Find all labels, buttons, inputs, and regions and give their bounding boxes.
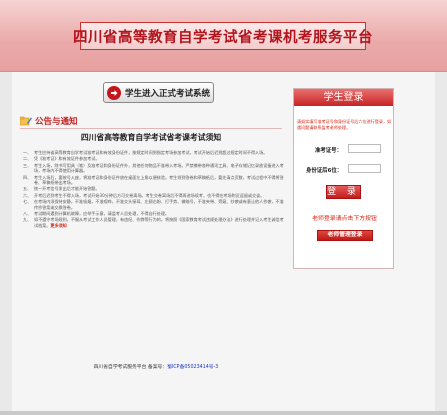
- rule-number: 三、: [23, 162, 32, 168]
- rule-text-body: 考生应持省高等教育自学考试准考证和有效身份证件，按规定时间到指定考场参加考试，考…: [34, 150, 268, 155]
- id-last6-input[interactable]: [348, 164, 381, 173]
- rule-item: 一、 考生应持省高等教育自学考试准考证和有效身份证件，按规定时间到指定考场参加考试…: [20, 150, 286, 155]
- rule-text-body: 在考场内须保持安静，不准吸烟，不准喧哗，不准交头接耳、左顾右盼、打手势、做暗号，…: [34, 199, 284, 210]
- rule-text-body: 开考后迟到考生不得入场，考试开始30分钟后方可交卷离场。考生交卷离场后不得再进场…: [34, 192, 265, 198]
- rule-number: 九、: [23, 217, 32, 223]
- teacher-login-hint: 老师登录请点击下方按钮: [312, 216, 377, 222]
- rule-item: 三、 考生入场，除书写用具（笔）及准考证和身份证件外，其他任何物品不准带入考场。严…: [20, 163, 286, 174]
- enter-exam-label: 学生进入正式考试系统: [125, 88, 211, 99]
- rule-text-body: 统一开考信号发出后才能开始答题。: [34, 186, 100, 192]
- rule-item: 二、 凭《准考证》和有效证件参加考试。: [20, 156, 286, 161]
- notice-heading-label: 公告与通知: [35, 117, 78, 127]
- rule-text: 统一开考信号发出后才能开始答题。: [34, 186, 286, 191]
- arrow-right-icon: [107, 85, 121, 100]
- login-title: 学生登录: [294, 89, 393, 106]
- rule-text-body: 考生入场，除书写用具（笔）及准考证和身份证件外，其他任何物品不准带入考场。严禁携…: [34, 162, 284, 174]
- page-header: 四川省高等教育自学考试省考课机考服务平台: [0, 0, 447, 72]
- header-title-box: 四川省高等教育自学考试省考课机考服务平台: [73, 22, 373, 50]
- teacher-login-button[interactable]: 老师管理登录: [317, 230, 373, 241]
- rule-text-body: 如不遵守考场规则，不服从考试工作人员管理，有违纪、作弊等行为的，将按照《国家教育…: [34, 217, 284, 228]
- footer-prefix: 四川省自学考试服务平台 备案号：: [93, 365, 168, 370]
- rule-number: 六、: [23, 192, 32, 198]
- folder-pencil-icon: [20, 116, 32, 126]
- rule-number: 八、: [23, 211, 32, 217]
- exam-number-input[interactable]: [348, 144, 381, 153]
- more-notice-link[interactable]: 更多须知: [50, 223, 66, 228]
- exam-number-label: 准考证号：: [315, 148, 342, 154]
- rule-item: 四、 考生入场后，要按号入座，将准考证和身份证件放在桌面左上角以便核验。考生领到答…: [20, 175, 286, 186]
- rule-item: 九、 如不遵守考场规则，不服从考试工作人员管理，有违纪、作弊等行为的，将按照《国家…: [20, 217, 286, 228]
- rule-text-body: 凭《准考证》和有效证件参加考试。: [34, 156, 100, 162]
- rule-text: 考生入场，除书写用具（笔）及准考证和身份证件外，其他任何物品不准带入考场。严禁携…: [34, 163, 286, 174]
- rule-text: 考生应持省高等教育自学考试准考证和有效身份证件，按规定时间到指定考场参加考试，考…: [34, 150, 286, 155]
- rule-item: 八、 考试期间遇到计算机故障，应举手示意，请监考人员处理，不得自行处理。: [20, 211, 286, 216]
- icp-record-link[interactable]: 蜀ICP备05023414号-3: [167, 365, 218, 370]
- rule-number: 一、: [23, 150, 32, 155]
- rule-number: 四、: [23, 174, 32, 180]
- login-button[interactable]: 登 录: [326, 185, 361, 199]
- rule-text: 凭《准考证》和有效证件参加考试。: [34, 156, 286, 161]
- page-bottom-bar: [0, 411, 447, 415]
- rule-number: 七、: [23, 199, 32, 205]
- rule-text-body: 考试期间遇到计算机故障，应举手示意，请监考人员处理，不得自行处理。: [34, 211, 170, 217]
- rule-text: 考生入场后，要按号入座，将准考证和身份证件放在桌面左上角以便核验。考生领到答卷和…: [34, 175, 286, 186]
- rule-text: 开考后迟到考生不得入场，考试开始30分钟后方可交卷离场。考生交卷离场后不得再进场…: [34, 193, 286, 198]
- page-title: 四川省高等教育自学考试省考课机考服务平台: [73, 28, 373, 46]
- rule-text: 在考场内须保持安静，不准吸烟，不准喧哗，不准交头接耳、左顾右盼、打手势、做暗号，…: [34, 199, 286, 210]
- rules-list: 一、 考生应持省高等教育自学考试准考证和有效身份证件，按规定时间到指定考场参加考试…: [20, 150, 286, 229]
- rule-text: 考试期间遇到计算机故障，应举手示意，请监考人员处理，不得自行处理。: [34, 211, 286, 216]
- rule-item: 五、 统一开考信号发出后才能开始答题。: [20, 186, 286, 191]
- rule-number: 二、: [23, 156, 32, 162]
- rule-text: 如不遵守考场规则，不服从考试工作人员管理，有违纪、作弊等行为的，将按照《国家教育…: [34, 217, 286, 228]
- rule-text-body: 考生入场后，要按号入座，将准考证和身份证件放在桌面左上角以便核验。考生领到答卷和…: [34, 174, 284, 186]
- rule-item: 六、 开考后迟到考生不得入场，考试开始30分钟后方可交卷离场。考生交卷离场后不得再…: [20, 193, 286, 198]
- login-note: 请如实填写准考证号和身份证号后六位进行登录，如遇问题请联系监考老师处理。: [297, 119, 392, 130]
- footer: 四川省自学考试服务平台 备案号：蜀ICP备05023414号-3: [20, 363, 292, 370]
- enter-exam-button[interactable]: 学生进入正式考试系统: [103, 82, 214, 103]
- rule-number: 五、: [23, 186, 32, 192]
- notice-divider: [20, 128, 282, 129]
- notice-heading: 公告与通知: [20, 115, 78, 127]
- login-panel: 学生登录 请如实填写准考证号和身份证号后六位进行登录，如遇问题请联系监考老师处理…: [293, 88, 394, 269]
- id-last6-label: 身份证后6位：: [306, 168, 343, 174]
- notice-title: 四川省高等教育自学考试省考课考试须知: [80, 133, 222, 142]
- rule-item: 七、 在考场内须保持安静，不准吸烟，不准喧哗，不准交头接耳、左顾右盼、打手势、做暗…: [20, 199, 286, 210]
